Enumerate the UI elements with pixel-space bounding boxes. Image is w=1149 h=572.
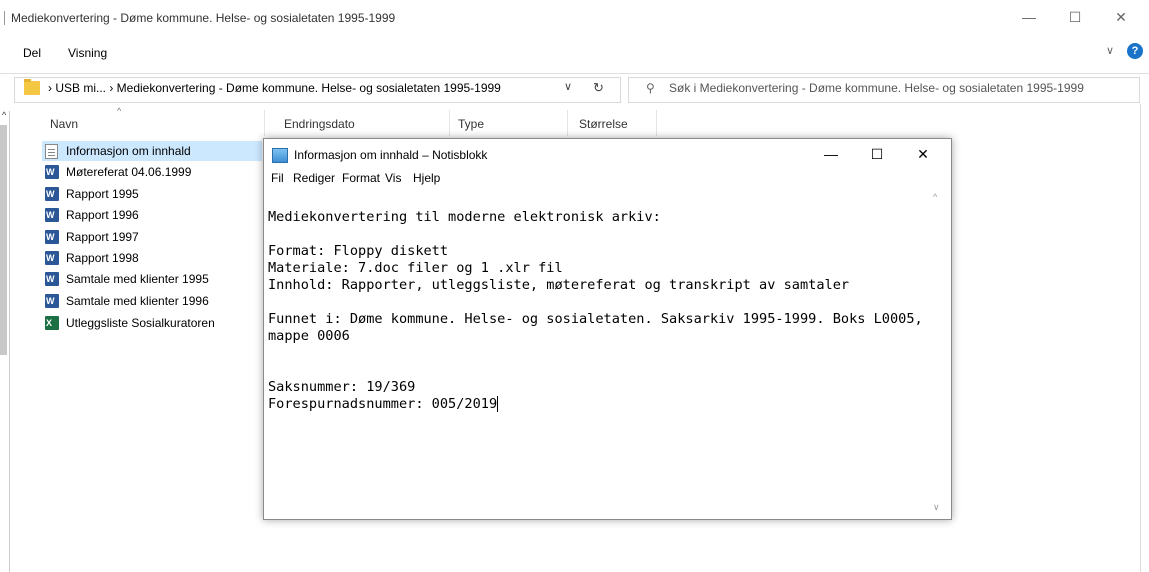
notepad-close-button[interactable]: ✕ <box>900 142 946 168</box>
refresh-icon[interactable]: ↻ <box>593 80 604 96</box>
column-header-size[interactable]: Størrelse <box>579 117 628 131</box>
file-name: Informasjon om innhald <box>66 144 191 158</box>
word-document-icon: W <box>45 165 59 179</box>
file-row[interactable]: W Rapport 1997 <box>42 227 262 247</box>
column-header-date[interactable]: Endringsdato <box>284 117 355 131</box>
close-button[interactable]: ✕ <box>1098 4 1144 32</box>
menu-hjelp[interactable]: Hjelp <box>413 171 440 185</box>
word-document-icon: W <box>45 251 59 265</box>
text-line: Forespurnadsnummer: 005/2019 <box>268 396 498 412</box>
divider <box>0 73 1149 74</box>
column-divider[interactable] <box>656 110 657 136</box>
file-name: Samtale med klienter 1996 <box>66 294 209 308</box>
minimize-button[interactable]: — <box>1006 4 1052 32</box>
folder-icon <box>24 79 40 95</box>
maximize-button[interactable]: ☐ <box>1052 4 1098 32</box>
file-name: Samtale med klienter 1995 <box>66 272 209 286</box>
column-divider[interactable] <box>567 110 568 136</box>
notepad-title: Informasjon om innhald – Notisblokk <box>294 148 488 162</box>
excel-file-icon: X <box>45 316 59 330</box>
menu-fil[interactable]: Fil <box>271 171 284 185</box>
chevron-down-icon[interactable]: ∨ <box>564 80 572 93</box>
column-header-type[interactable]: Type <box>458 117 484 131</box>
breadcrumb[interactable]: › USB mi... › Mediekonvertering - Døme k… <box>48 81 501 95</box>
sort-arrow-icon: ^ <box>117 106 122 116</box>
scroll-down-icon[interactable]: ∨ <box>933 502 940 513</box>
file-name: Utleggsliste Sosialkuratoren <box>66 316 215 330</box>
nav-scroll-up-icon[interactable]: ^ <box>2 110 6 120</box>
text-line <box>268 345 928 362</box>
nav-scrollbar[interactable] <box>0 125 7 355</box>
notepad-text-area[interactable]: Mediekonvertering til moderne elektronis… <box>268 192 928 512</box>
file-name: Rapport 1997 <box>66 230 139 244</box>
file-row[interactable]: W Samtale med klienter 1996 <box>42 291 262 311</box>
file-row[interactable]: W Samtale med klienter 1995 <box>42 269 262 289</box>
nav-pane-divider <box>9 111 10 572</box>
text-line: Materiale: 7.doc filer og 1 .xlr fil <box>268 260 563 276</box>
notepad-icon <box>272 148 288 163</box>
column-divider[interactable] <box>449 110 450 136</box>
file-row[interactable]: W Rapport 1996 <box>42 205 262 225</box>
word-document-icon: W <box>45 187 59 201</box>
file-row[interactable]: X Utleggsliste Sosialkuratoren <box>42 313 262 333</box>
word-document-icon: W <box>45 230 59 244</box>
file-name: Rapport 1996 <box>66 208 139 222</box>
text-line: Mediekonvertering til moderne elektronis… <box>268 209 661 225</box>
text-line <box>268 226 928 243</box>
help-icon[interactable]: ? <box>1127 43 1143 59</box>
text-line: Format: Floppy diskett <box>268 243 449 259</box>
scroll-up-icon[interactable]: ^ <box>933 192 937 202</box>
file-name: Rapport 1998 <box>66 251 139 265</box>
ribbon-tab-del[interactable]: Del <box>23 46 41 60</box>
text-line: Saksnummer: 19/369 <box>268 379 416 395</box>
notepad-minimize-button[interactable]: — <box>808 142 854 168</box>
ribbon-tab-visning[interactable]: Visning <box>68 46 107 60</box>
file-name: Møtereferat 04.06.1999 <box>66 165 192 179</box>
title-separator <box>4 11 5 25</box>
column-header-name[interactable]: Navn <box>50 117 78 131</box>
word-document-icon: W <box>45 294 59 308</box>
search-placeholder: Søk i Mediekonvertering - Døme kommune. … <box>669 81 1084 95</box>
text-file-icon <box>45 144 58 159</box>
menu-rediger[interactable]: Rediger <box>293 171 335 185</box>
text-line <box>268 362 928 379</box>
window-title: Mediekonvertering - Døme kommune. Helse-… <box>11 11 396 25</box>
file-row[interactable]: W Rapport 1998 <box>42 248 262 268</box>
text-line: mappe 0006 <box>268 328 350 344</box>
file-name: Rapport 1995 <box>66 187 139 201</box>
notepad-scrollbar[interactable] <box>930 190 947 515</box>
column-divider[interactable] <box>264 110 265 136</box>
word-document-icon: W <box>45 208 59 222</box>
text-caret <box>497 396 499 412</box>
notepad-maximize-button[interactable]: ☐ <box>854 142 900 168</box>
text-line: Funnet i: Døme kommune. Helse- og sosial… <box>268 311 923 327</box>
file-row[interactable]: W Rapport 1995 <box>42 184 262 204</box>
text-line: Innhold: Rapporter, utleggsliste, møtere… <box>268 277 850 293</box>
menu-vis[interactable]: Vis <box>385 171 401 185</box>
search-icon: ⚲ <box>646 81 655 95</box>
right-edge-divider <box>1140 104 1141 572</box>
word-document-icon: W <box>45 272 59 286</box>
ribbon-expand-chevron-icon[interactable]: ∨ <box>1106 44 1114 57</box>
text-line <box>268 294 928 311</box>
file-row[interactable]: Informasjon om innhald <box>42 141 262 161</box>
menu-format[interactable]: Format <box>342 171 380 185</box>
file-row[interactable]: W Møtereferat 04.06.1999 <box>42 162 262 182</box>
